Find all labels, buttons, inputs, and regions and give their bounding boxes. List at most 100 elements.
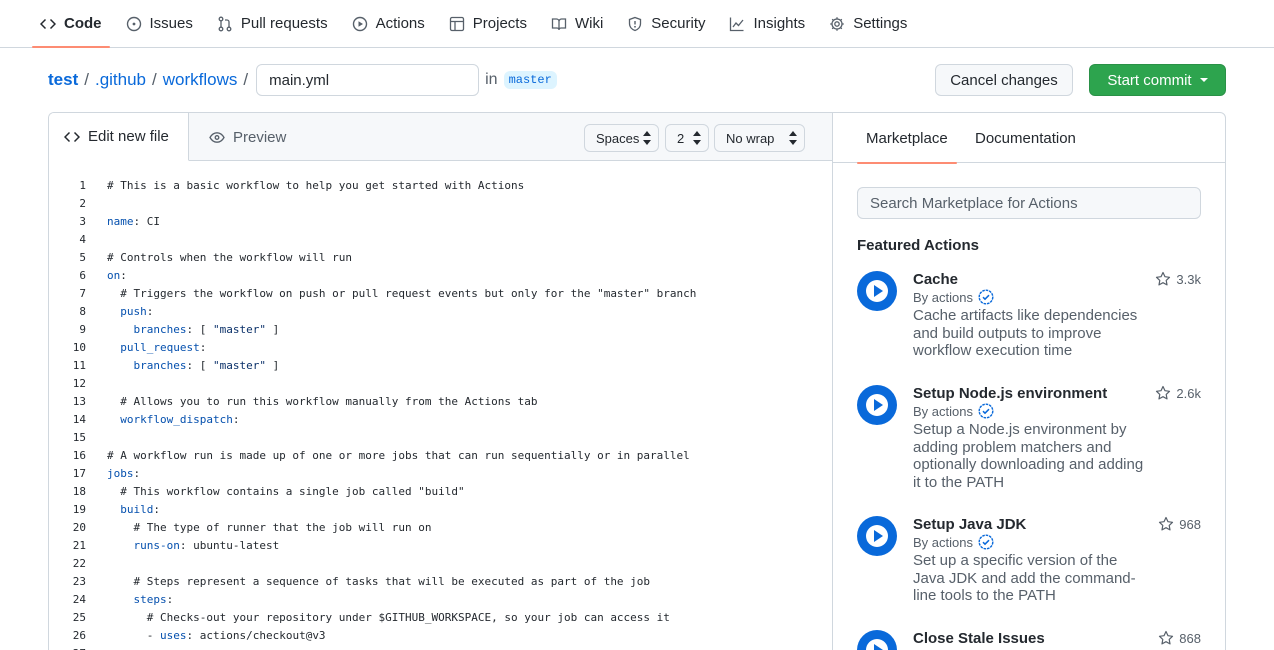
- code-line[interactable]: 26 - uses: actions/checkout@v3: [49, 626, 833, 644]
- tab-insights[interactable]: Insights: [721, 0, 813, 47]
- tab-label: Actions: [375, 15, 425, 32]
- code-line[interactable]: 10 pull_request:: [49, 338, 833, 356]
- breadcrumb-github-link[interactable]: .github: [95, 70, 146, 90]
- breadcrumb-workflows-link[interactable]: workflows: [163, 70, 238, 90]
- code-line[interactable]: 4: [49, 230, 833, 248]
- indent-size-select[interactable]: 2: [665, 124, 709, 152]
- code-line[interactable]: 8 push:: [49, 302, 833, 320]
- line-number: 10: [72, 340, 86, 354]
- code-line[interactable]: 12: [49, 374, 833, 392]
- tab-issues[interactable]: Issues: [118, 0, 201, 47]
- code-area[interactable]: 1 # This is a basic workflow to help you …: [49, 176, 833, 650]
- action-title[interactable]: Setup Node.js environment: [913, 385, 1107, 402]
- issue-opened-icon: [126, 16, 142, 32]
- sidebar-tabs: Marketplace Documentation: [833, 113, 1225, 164]
- star-count: 3.3k: [1176, 271, 1201, 287]
- code-line[interactable]: 6 on:: [49, 266, 833, 284]
- git-pull-request-icon: [217, 16, 233, 32]
- line-number: 19: [72, 502, 86, 516]
- tab-marketplace[interactable]: Marketplace: [857, 113, 957, 164]
- code-line[interactable]: 16 # A workflow run is made up of one or …: [49, 446, 833, 464]
- code-line[interactable]: 20 # The type of runner that the job wil…: [49, 518, 833, 536]
- line-content: workflow_dispatch:: [120, 412, 240, 426]
- code-line[interactable]: 3 name: CI: [49, 212, 833, 230]
- wrap-mode-select[interactable]: No wrap: [714, 124, 805, 152]
- code-line[interactable]: 24 steps:: [49, 590, 833, 608]
- line-content: # Steps represent a sequence of tasks th…: [107, 574, 651, 588]
- line-number: 22: [72, 556, 86, 570]
- table-icon: [449, 16, 465, 32]
- start-commit-button[interactable]: Start commit: [1089, 64, 1226, 96]
- star-icon: [1158, 516, 1174, 532]
- tab-wiki[interactable]: Wiki: [543, 0, 611, 47]
- eye-icon: [209, 129, 225, 145]
- line-content: - uses: actions/checkout@v3: [107, 628, 326, 642]
- star-icon: [1158, 630, 1174, 646]
- breadcrumb-repo-link[interactable]: test: [48, 70, 78, 90]
- select-arrows-icon: [789, 131, 797, 145]
- indent-mode-select[interactable]: Spaces: [584, 124, 659, 152]
- tab-label: Preview: [233, 128, 287, 146]
- action-author: By actions: [913, 534, 994, 550]
- featured-actions-heading: Featured Actions: [857, 237, 979, 254]
- action-author: By actions: [913, 289, 994, 305]
- action-title[interactable]: Close Stale Issues: [913, 630, 1045, 647]
- line-number: 25: [72, 610, 86, 624]
- line-number: 21: [72, 538, 86, 552]
- action-title[interactable]: Cache: [913, 271, 958, 288]
- code-line[interactable]: 18 # This workflow contains a single job…: [49, 482, 833, 500]
- action-play-icon: [857, 630, 897, 650]
- code-line[interactable]: 17 jobs:: [49, 464, 833, 482]
- line-number: 8: [79, 304, 86, 318]
- code-line[interactable]: 15: [49, 428, 833, 446]
- action-play-icon: [857, 516, 897, 556]
- action-author: By actions: [913, 403, 994, 419]
- code-line[interactable]: 19 build:: [49, 500, 833, 518]
- line-number: 9: [79, 322, 86, 336]
- tab-label: Edit new file: [88, 128, 169, 145]
- star-count: 2.6k: [1176, 385, 1201, 401]
- tab-label: Issues: [149, 15, 193, 32]
- play-icon: [352, 16, 368, 32]
- code-line[interactable]: 25 # Checks-out your repository under $G…: [49, 608, 833, 626]
- marketplace-search-input[interactable]: [857, 187, 1201, 219]
- line-content: build:: [120, 502, 160, 516]
- filename-input[interactable]: [256, 64, 480, 96]
- tab-preview[interactable]: Preview: [209, 113, 286, 161]
- code-line[interactable]: 14 workflow_dispatch:: [49, 410, 833, 428]
- code-line[interactable]: 27: [49, 644, 833, 650]
- code-line[interactable]: 2: [49, 194, 833, 212]
- line-number: 24: [72, 592, 86, 606]
- verified-icon: [978, 403, 994, 419]
- code-line[interactable]: 5 # Controls when the workflow will run: [49, 248, 833, 266]
- tab-edit-new-file[interactable]: Edit new file: [49, 113, 189, 161]
- line-number: 13: [72, 394, 86, 408]
- code-line[interactable]: 23 # Steps represent a sequence of tasks…: [49, 572, 833, 590]
- breadcrumb-separator: /: [84, 70, 89, 89]
- line-content: push:: [120, 304, 154, 318]
- tab-code[interactable]: Code: [32, 0, 110, 48]
- tab-label: Settings: [853, 15, 908, 32]
- tab-pull-requests[interactable]: Pull requests: [209, 0, 336, 47]
- code-line[interactable]: 22: [49, 554, 833, 572]
- code-line[interactable]: 7 # Triggers the workflow on push or pul…: [49, 284, 833, 302]
- code-icon: [40, 16, 56, 32]
- code-line[interactable]: 13 # Allows you to run this workflow man…: [49, 392, 833, 410]
- star-count: 968: [1179, 516, 1201, 532]
- branch-badge: master: [503, 71, 557, 89]
- line-number: 14: [72, 412, 86, 426]
- verified-icon: [978, 534, 994, 550]
- code-line[interactable]: 11 branches: [ "master" ]: [49, 356, 833, 374]
- code-line[interactable]: 1 # This is a basic workflow to help you …: [49, 176, 833, 194]
- tab-documentation[interactable]: Documentation: [975, 113, 1076, 163]
- cancel-changes-button[interactable]: Cancel changes: [935, 64, 1073, 96]
- code-line[interactable]: 9 branches: [ "master" ]: [49, 320, 833, 338]
- tab-projects[interactable]: Projects: [441, 0, 535, 47]
- code-line[interactable]: 21 runs-on: ubuntu-latest: [49, 536, 833, 554]
- tab-actions[interactable]: Actions: [344, 0, 433, 47]
- code-icon: [64, 129, 80, 145]
- tab-label: Insights: [753, 15, 806, 32]
- tab-security[interactable]: Security: [619, 0, 713, 47]
- tab-settings[interactable]: Settings: [821, 0, 915, 47]
- action-title[interactable]: Setup Java JDK: [913, 516, 1026, 533]
